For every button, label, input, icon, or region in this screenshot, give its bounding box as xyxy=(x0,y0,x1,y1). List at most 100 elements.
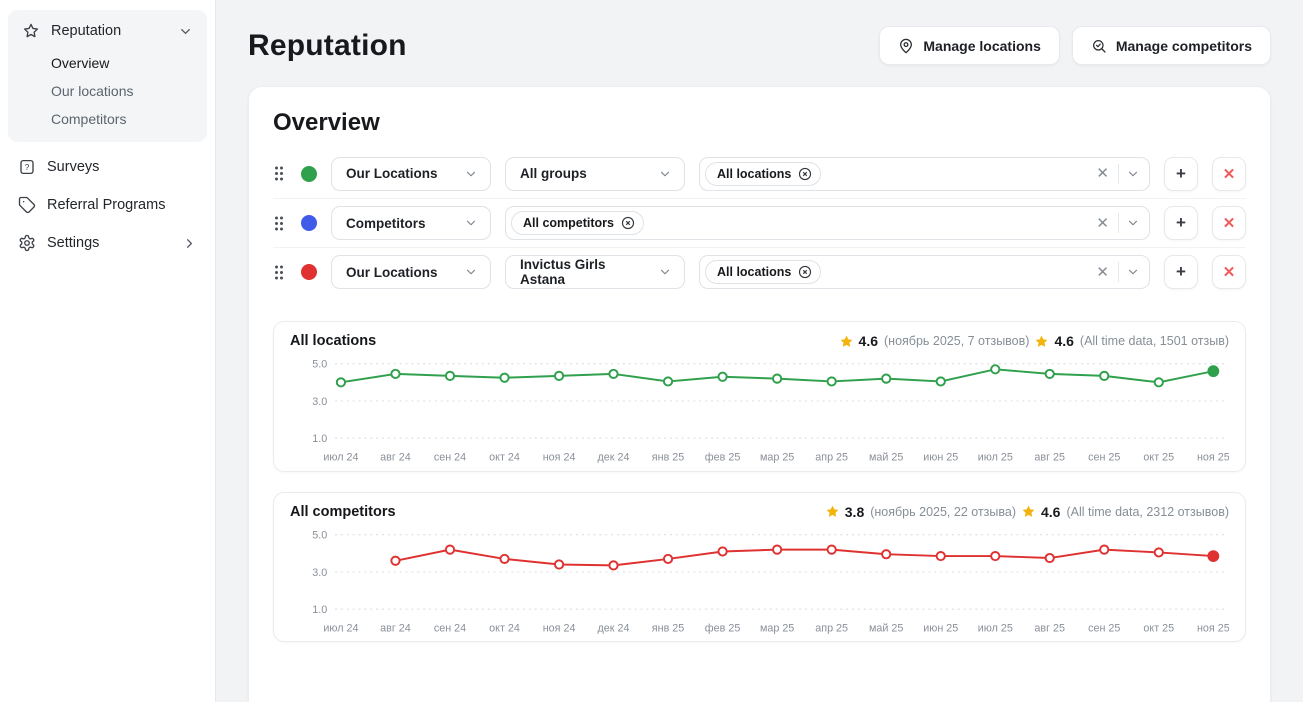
tag-icon xyxy=(18,196,36,214)
chevron-down-icon xyxy=(658,265,672,279)
selected-chip[interactable]: All competitors xyxy=(511,211,644,235)
svg-text:май 25: май 25 xyxy=(869,452,903,464)
chip-remove-icon[interactable] xyxy=(620,215,636,231)
sidebar-item-referral-programs[interactable]: Referral Programs xyxy=(8,186,207,224)
line-chart: 5.03.01.0июл 24авг 24сен 24окт 24ноя 24д… xyxy=(290,351,1229,465)
all-competitors-chart-card: All competitors 3.8 (ноябрь 2025, 22 отз… xyxy=(273,492,1246,643)
sidebar-item-surveys[interactable]: ? Surveys xyxy=(8,148,207,186)
survey-icon: ? xyxy=(18,158,36,176)
svg-text:окт 24: окт 24 xyxy=(489,452,520,464)
svg-text:ноя 25: ноя 25 xyxy=(1197,622,1229,634)
chevron-down-icon[interactable] xyxy=(1126,265,1140,279)
drag-handle-icon[interactable] xyxy=(273,165,285,182)
manage-locations-button[interactable]: Manage locations xyxy=(879,26,1059,65)
sidebar: Reputation Overview Our locations Compet… xyxy=(0,0,216,702)
alltime-rating-value: 4.6 xyxy=(1054,333,1073,349)
group-select[interactable]: All groups xyxy=(505,157,685,191)
chevron-down-icon xyxy=(658,167,672,181)
star-icon xyxy=(825,504,840,519)
chevron-down-icon[interactable] xyxy=(1126,216,1140,230)
svg-text:?: ? xyxy=(25,163,30,172)
svg-text:июн 25: июн 25 xyxy=(923,452,958,464)
svg-text:окт 24: окт 24 xyxy=(489,622,520,634)
source-select[interactable]: Competitors xyxy=(331,206,491,240)
svg-text:авг 25: авг 25 xyxy=(1034,622,1065,634)
current-rating-note: (ноябрь 2025, 22 отзыва) xyxy=(870,505,1016,519)
star-icon xyxy=(22,22,40,40)
sidebar-item-reputation[interactable]: Reputation xyxy=(12,12,203,50)
svg-text:сен 25: сен 25 xyxy=(1088,452,1120,464)
clear-selection-icon[interactable]: ✕ xyxy=(1094,164,1111,183)
filter-row-our-locations: Our Locations All groups All locations ✕… xyxy=(273,149,1246,198)
current-rating-value: 4.6 xyxy=(859,333,878,349)
svg-text:май 25: май 25 xyxy=(869,622,903,634)
selected-chip[interactable]: All locations xyxy=(705,162,821,186)
chart-title: All competitors xyxy=(290,504,396,520)
locations-multiselect[interactable]: All locations ✕ xyxy=(699,255,1150,289)
source-select[interactable]: Our Locations xyxy=(331,255,491,289)
alltime-rating-value: 4.6 xyxy=(1041,504,1060,520)
search-check-icon xyxy=(1091,38,1107,54)
locations-multiselect[interactable]: All locations ✕ xyxy=(699,157,1150,191)
current-rating-note: (ноябрь 2025, 7 отзывов) xyxy=(884,334,1029,348)
svg-text:5.0: 5.0 xyxy=(312,529,327,541)
location-pin-icon xyxy=(898,38,914,54)
chevron-down-icon xyxy=(464,265,478,279)
svg-text:янв 25: янв 25 xyxy=(652,452,684,464)
svg-text:фев 25: фев 25 xyxy=(705,452,741,464)
remove-series-button[interactable]: ✕ xyxy=(1212,157,1246,191)
chevron-down-icon xyxy=(178,24,193,39)
svg-text:5.0: 5.0 xyxy=(312,359,327,371)
remove-series-button[interactable]: ✕ xyxy=(1212,255,1246,289)
svg-text:3.0: 3.0 xyxy=(312,396,327,408)
competitors-multiselect[interactable]: All competitors ✕ xyxy=(505,206,1150,240)
add-series-button[interactable]: + xyxy=(1164,206,1198,240)
svg-text:апр 25: апр 25 xyxy=(815,452,848,464)
chevron-down-icon xyxy=(464,167,478,181)
page-title: Reputation xyxy=(248,29,407,63)
svg-text:ноя 25: ноя 25 xyxy=(1197,452,1229,464)
selected-chip[interactable]: All locations xyxy=(705,260,821,284)
remove-series-button[interactable]: ✕ xyxy=(1212,206,1246,240)
manage-competitors-button[interactable]: Manage competitors xyxy=(1072,26,1271,65)
current-rating-value: 3.8 xyxy=(845,504,864,520)
group-select[interactable]: Invictus Girls Astana xyxy=(505,255,685,289)
series-color-dot xyxy=(301,215,317,231)
divider xyxy=(1118,213,1119,233)
chip-remove-icon[interactable] xyxy=(797,166,813,182)
series-color-dot xyxy=(301,264,317,280)
svg-text:ноя 24: ноя 24 xyxy=(543,452,576,464)
svg-text:фев 25: фев 25 xyxy=(705,622,741,634)
line-chart: 5.03.01.0июл 24авг 24сен 24окт 24ноя 24д… xyxy=(290,522,1229,636)
sidebar-item-label: Reputation xyxy=(51,23,121,39)
source-select[interactable]: Our Locations xyxy=(331,157,491,191)
clear-selection-icon[interactable]: ✕ xyxy=(1094,263,1111,282)
svg-text:авг 24: авг 24 xyxy=(380,622,411,634)
filter-row-competitors: Competitors All competitors ✕ + ✕ xyxy=(273,198,1246,247)
chip-remove-icon[interactable] xyxy=(797,264,813,280)
sidebar-item-our-locations[interactable]: Our locations xyxy=(51,78,203,104)
svg-text:дек 24: дек 24 xyxy=(598,622,630,634)
sidebar-item-competitors[interactable]: Competitors xyxy=(51,106,203,132)
chart-title: All locations xyxy=(290,333,376,349)
svg-text:сен 24: сен 24 xyxy=(434,452,466,464)
svg-text:1.0: 1.0 xyxy=(312,604,327,616)
svg-text:янв 25: янв 25 xyxy=(652,622,684,634)
sidebar-item-overview[interactable]: Overview xyxy=(51,50,203,76)
svg-text:июл 25: июл 25 xyxy=(978,452,1013,464)
gear-icon xyxy=(18,234,36,252)
svg-text:1.0: 1.0 xyxy=(312,433,327,445)
svg-text:авг 25: авг 25 xyxy=(1034,452,1065,464)
all-locations-chart-card: All locations 4.6 (ноябрь 2025, 7 отзыво… xyxy=(273,321,1246,472)
add-series-button[interactable]: + xyxy=(1164,157,1198,191)
chevron-down-icon[interactable] xyxy=(1126,167,1140,181)
series-color-dot xyxy=(301,166,317,182)
drag-handle-icon[interactable] xyxy=(273,215,285,232)
add-series-button[interactable]: + xyxy=(1164,255,1198,289)
sidebar-item-settings[interactable]: Settings xyxy=(8,224,207,262)
sidebar-item-label: Surveys xyxy=(47,159,99,175)
star-icon xyxy=(839,334,854,349)
overview-title: Overview xyxy=(273,109,1246,137)
drag-handle-icon[interactable] xyxy=(273,264,285,281)
clear-selection-icon[interactable]: ✕ xyxy=(1094,214,1111,233)
